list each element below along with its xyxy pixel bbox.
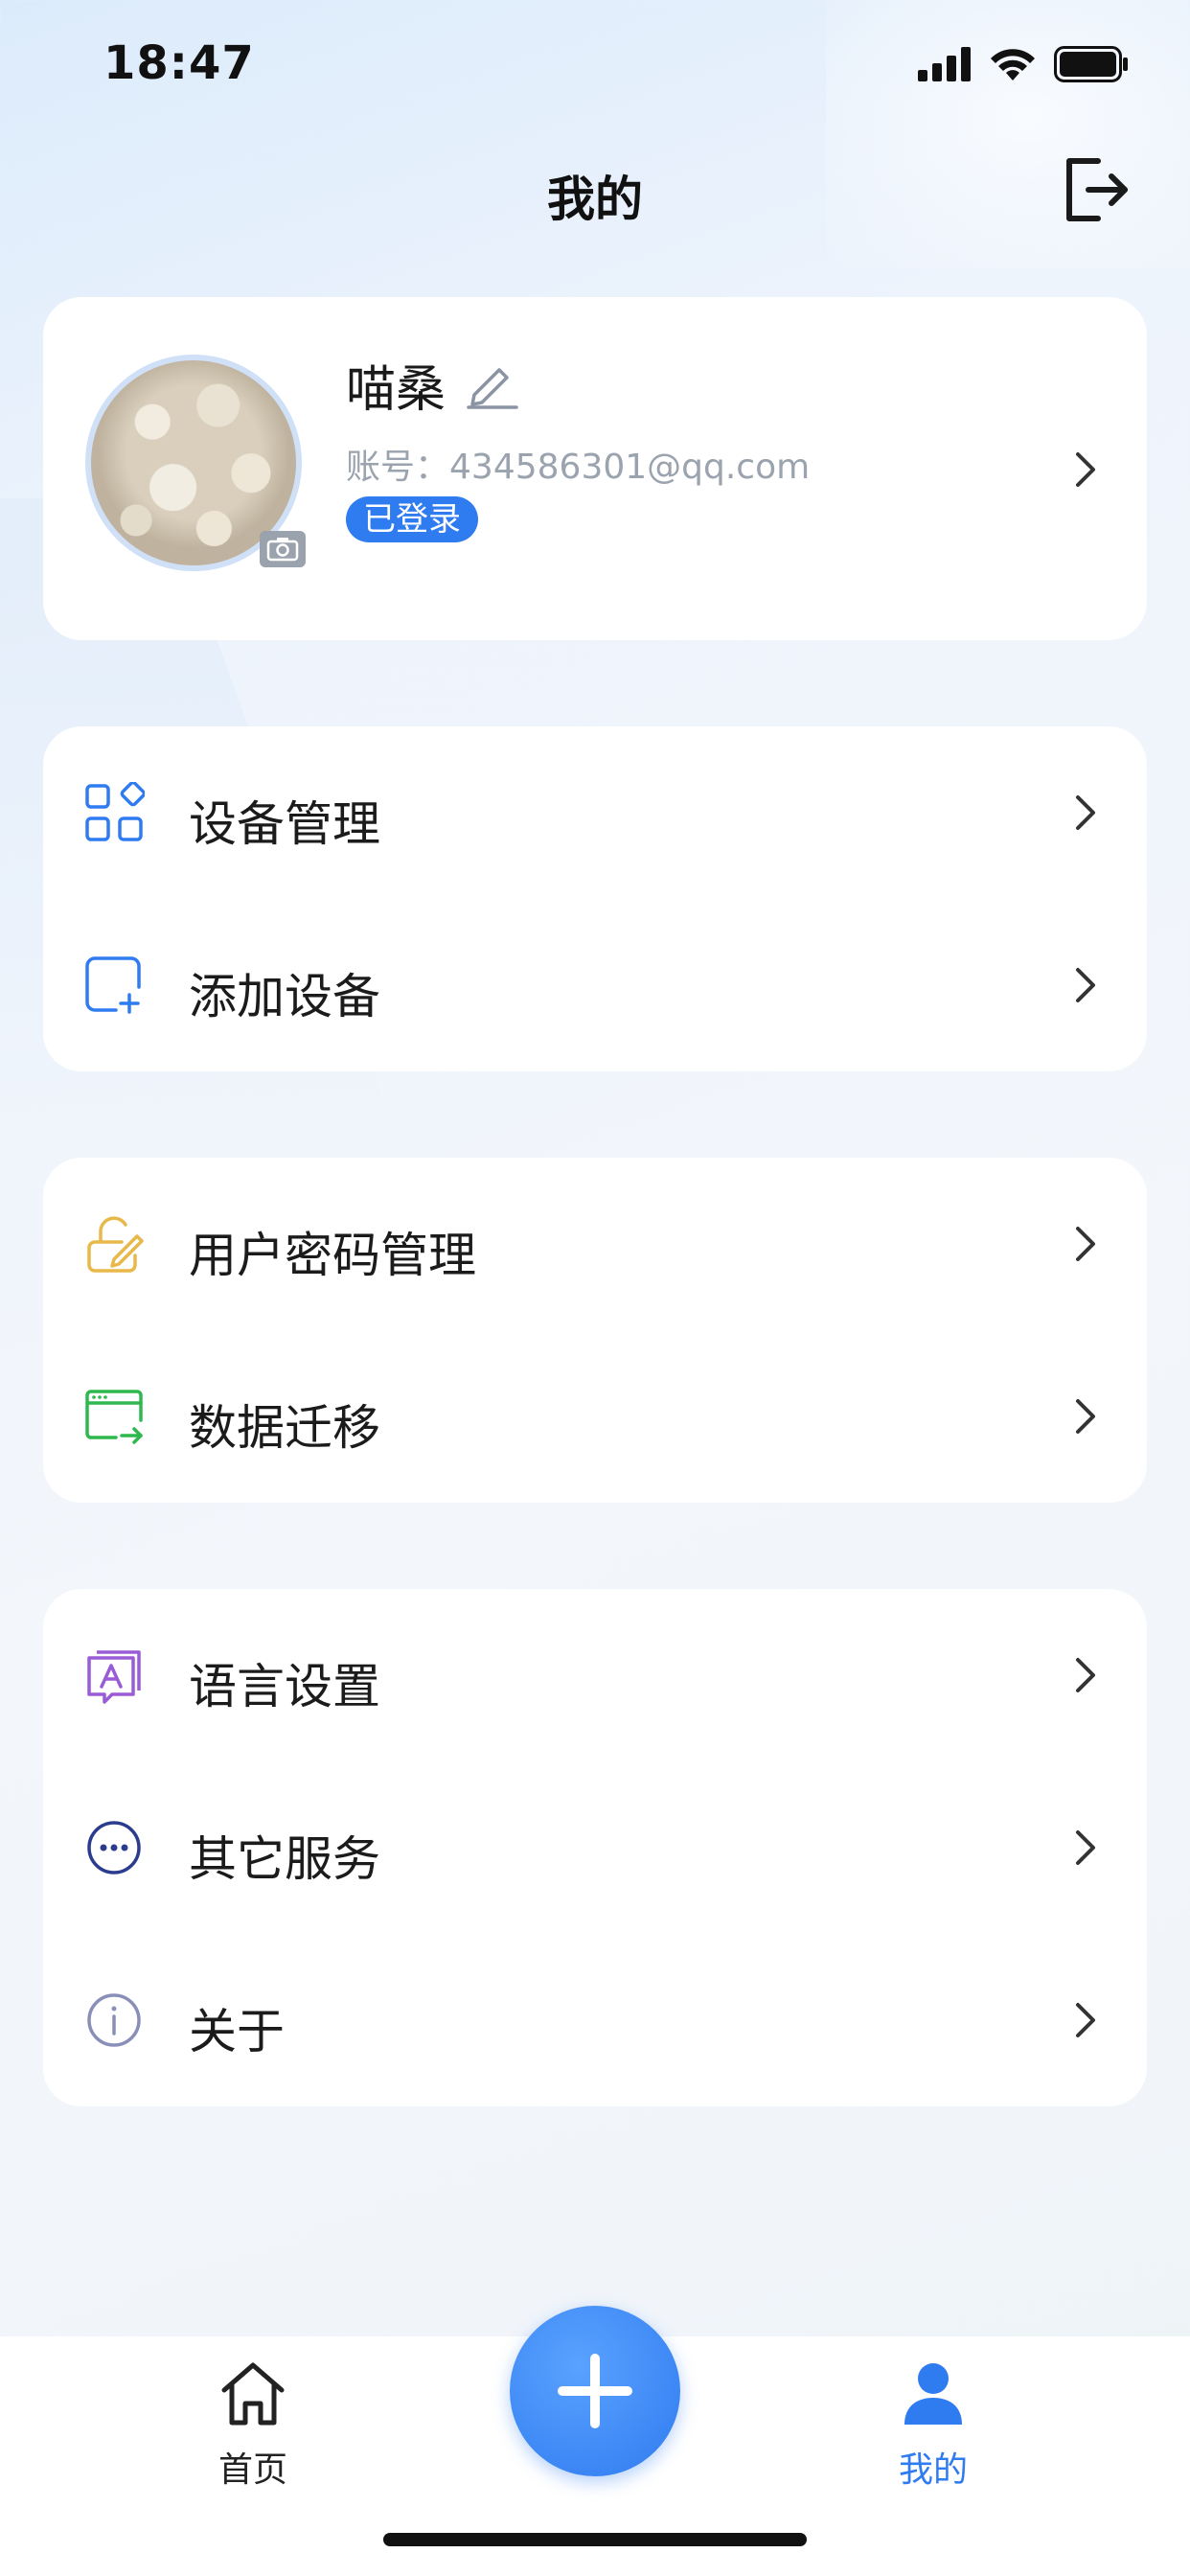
page-title: 我的 <box>547 172 643 227</box>
tab-mine-label: 我的 <box>898 2450 968 2490</box>
menu-item-password-management[interactable]: 用户密码管理 <box>43 1158 1147 1330</box>
menu-label: 语言设置 <box>189 1659 380 1714</box>
menu-item-other-services[interactable]: 其它服务 <box>43 1761 1147 1934</box>
data-migrate-icon <box>85 1390 143 1444</box>
grid-apps-icon <box>85 782 145 841</box>
info-icon <box>87 1993 141 2047</box>
language-icon <box>87 1650 141 1704</box>
account-value: 434586301@qq.com <box>449 448 811 487</box>
tab-mine[interactable]: 我的 <box>837 2356 1029 2492</box>
menu-label: 设备管理 <box>189 796 380 852</box>
menu-label: 关于 <box>189 2004 285 2059</box>
wifi-icon <box>991 49 1035 80</box>
status-icons <box>918 46 1129 82</box>
login-status-badge: 已登录 <box>346 496 478 542</box>
user-icon <box>904 2363 962 2425</box>
chevron-right-icon <box>1076 1830 1095 1865</box>
menu-item-data-migration[interactable]: 数据迁移 <box>43 1330 1147 1503</box>
menu-group-account: 用户密码管理 数据迁移 <box>43 1158 1147 1503</box>
plus-icon <box>558 2354 632 2428</box>
menu-group-settings: 语言设置 其它服务 关于 <box>43 1589 1147 2106</box>
status-time: 18:47 <box>103 36 255 90</box>
menu-item-add-device[interactable]: 添加设备 <box>43 899 1147 1071</box>
edit-nickname-icon[interactable] <box>465 356 520 414</box>
menu-label: 添加设备 <box>189 969 380 1024</box>
chevron-right-icon <box>1076 1399 1095 1434</box>
add-device-icon <box>85 956 141 1014</box>
chevron-right-icon <box>1076 795 1095 830</box>
logout-button[interactable] <box>1056 150 1136 230</box>
menu-item-language-settings[interactable]: 语言设置 <box>43 1589 1147 1761</box>
tab-home[interactable]: 首页 <box>157 2356 349 2492</box>
home-indicator <box>383 2533 807 2546</box>
chevron-right-icon <box>1076 968 1095 1002</box>
menu-label: 用户密码管理 <box>189 1228 476 1283</box>
cellular-signal-icon <box>918 47 971 81</box>
profile-card[interactable]: 喵桑 账号：434586301@qq.com 已登录 <box>43 297 1147 640</box>
account-info: 账号：434586301@qq.com <box>346 439 810 489</box>
chevron-right-icon <box>1076 2003 1095 2037</box>
avatar-container[interactable] <box>85 355 306 571</box>
status-bar: 18:47 <box>0 0 1190 134</box>
tab-home-label: 首页 <box>217 2450 287 2490</box>
camera-icon[interactable] <box>260 531 306 567</box>
menu-item-device-management[interactable]: 设备管理 <box>43 726 1147 899</box>
account-label: 账号： <box>346 448 450 487</box>
logout-icon <box>1066 158 1128 221</box>
battery-icon <box>1054 46 1128 82</box>
nickname: 喵桑 <box>346 361 446 419</box>
chevron-right-icon <box>1076 1227 1095 1261</box>
menu-label: 数据迁移 <box>189 1400 380 1456</box>
add-button[interactable] <box>510 2306 680 2476</box>
more-services-icon <box>87 1821 141 1874</box>
menu-label: 其它服务 <box>189 1831 380 1887</box>
chevron-right-icon <box>1076 452 1095 487</box>
lock-edit-icon <box>87 1216 144 1273</box>
menu-item-about[interactable]: 关于 <box>43 1934 1147 2106</box>
chevron-right-icon <box>1076 1658 1095 1692</box>
menu-group-devices: 设备管理 添加设备 <box>43 726 1147 1071</box>
home-icon <box>221 2362 285 2426</box>
